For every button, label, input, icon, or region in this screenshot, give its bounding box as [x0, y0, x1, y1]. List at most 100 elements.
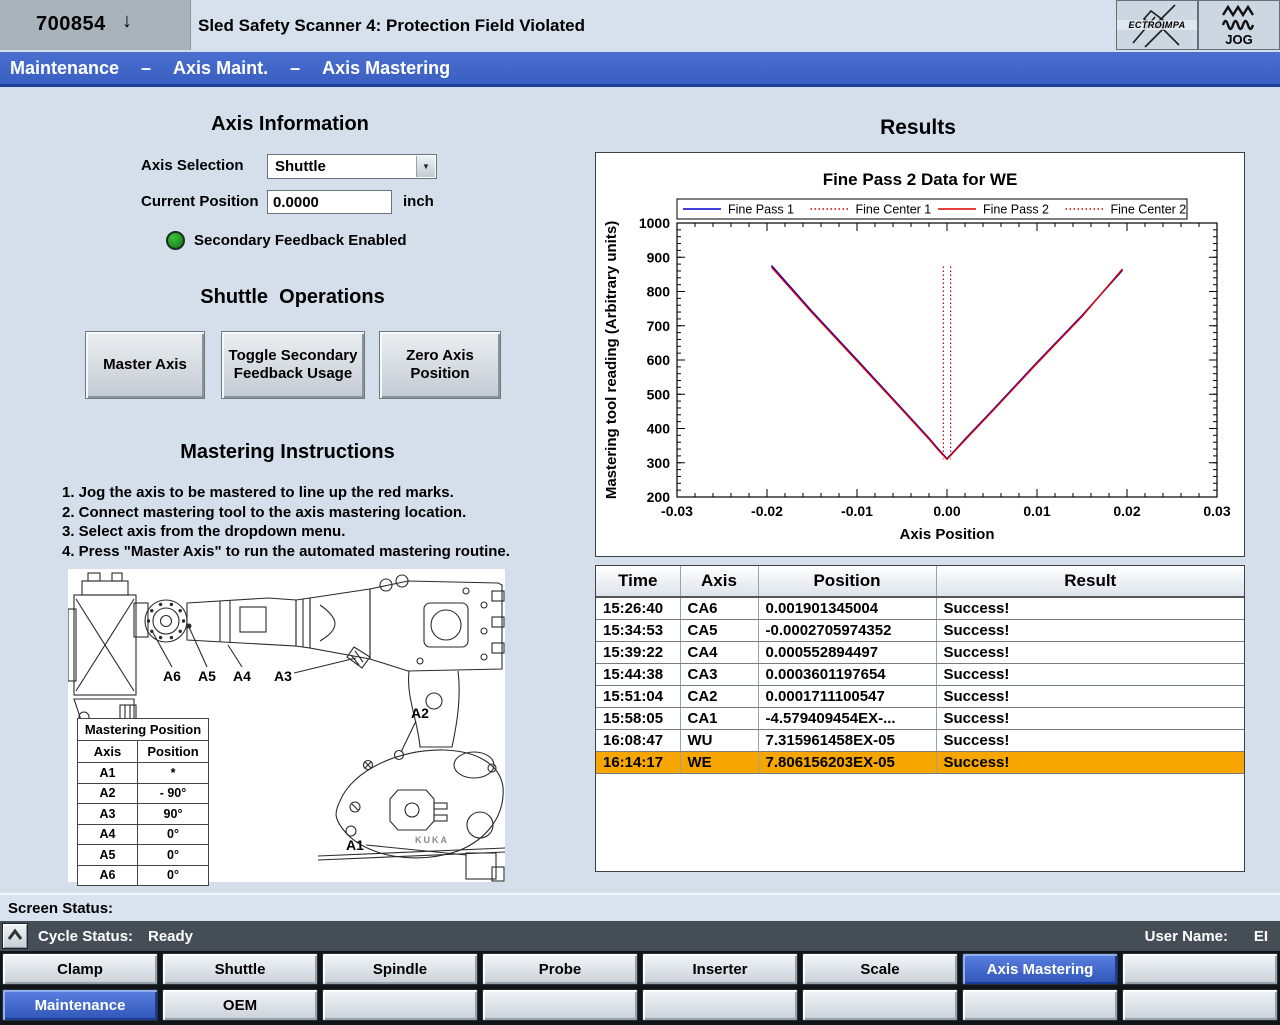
axis-label-a6: A6: [163, 668, 181, 684]
softkey-label: Scale: [802, 953, 958, 985]
breadcrumb-item[interactable]: Axis Mastering: [322, 58, 450, 79]
result-cell: CA4: [680, 642, 758, 664]
mastering-position-cell: A3: [78, 804, 138, 825]
results-chart-panel: Fine Pass 2 Data for WEFine Pass 1Fine C…: [595, 152, 1245, 557]
result-row[interactable]: 16:14:17WE7.806156203EX-05Success!: [596, 752, 1244, 774]
softkey-label: [802, 989, 958, 1021]
mastering-position-header: Axis: [78, 741, 138, 763]
svg-text:Fine Pass 1: Fine Pass 1: [728, 203, 794, 217]
user-name-value: EI: [1254, 928, 1268, 945]
result-cell: CA6: [680, 597, 758, 620]
softkey-axis-mastering[interactable]: Axis Mastering: [960, 951, 1120, 987]
instruction-step: 4. Press "Master Axis" to run the automa…: [62, 542, 542, 562]
softkey-maintenance[interactable]: Maintenance: [0, 987, 160, 1023]
softkey-label: [1122, 989, 1278, 1021]
toggle-secondary-feedback-button[interactable]: Toggle Secondary Feedback Usage: [221, 331, 365, 399]
mastering-position-cell: A1: [78, 763, 138, 784]
softkey-menu: ClampShuttleSpindleProbeInserterScaleAxi…: [0, 951, 1280, 1025]
screen-status-bar: Screen Status:: [0, 893, 1280, 921]
instruction-step: 1. Jog the axis to be mastered to line u…: [62, 483, 542, 503]
softkey-label: Shuttle: [162, 953, 318, 985]
results-chart: Fine Pass 2 Data for WEFine Pass 1Fine C…: [596, 153, 1244, 556]
result-cell: WU: [680, 730, 758, 752]
result-row[interactable]: 15:39:22CA40.000552894497Success!: [596, 642, 1244, 664]
result-row[interactable]: 15:44:38CA30.0003601197654Success!: [596, 664, 1244, 686]
breadcrumb-item[interactable]: Axis Maint.: [173, 58, 268, 79]
softkey-scale[interactable]: Scale: [800, 951, 960, 987]
result-cell: Success!: [936, 620, 1244, 642]
alarm-number-box: 700854 ↓: [0, 0, 191, 50]
breadcrumb: Maintenance–Axis Maint.–Axis Mastering: [0, 52, 1280, 87]
jog-mode-tile: JOG: [1198, 0, 1280, 50]
softkey-clamp[interactable]: Clamp: [0, 951, 160, 987]
result-cell: 16:08:47: [596, 730, 680, 752]
mastering-instructions-title: Mastering Instructions: [120, 441, 455, 464]
svg-text:200: 200: [647, 489, 671, 505]
svg-text:Mastering tool reading (Arbitr: Mastering tool reading (Arbitrary units): [603, 221, 620, 499]
softkey-spindle[interactable]: Spindle: [320, 951, 480, 987]
result-row[interactable]: 15:51:04CA20.0001711100547Success!: [596, 686, 1244, 708]
zero-axis-position-button[interactable]: Zero Axis Position: [379, 331, 501, 399]
jog-icon: [1199, 3, 1279, 33]
alarm-message: Sled Safety Scanner 4: Protection Field …: [198, 16, 585, 36]
master-axis-button[interactable]: Master Axis: [85, 331, 205, 399]
results-column-header: Position: [758, 566, 936, 597]
mastering-position-cell: *: [138, 763, 209, 784]
mastering-position-cell: 0°: [138, 865, 209, 886]
vendor-logo-tile: ECTROIMPA: [1116, 0, 1198, 50]
result-row[interactable]: 15:58:05CA1-4.579409454EX-...Success!: [596, 708, 1244, 730]
softkey-label: OEM: [162, 989, 318, 1021]
axis-selection-label: Axis Selection: [141, 157, 244, 174]
results-column-header: Time: [596, 566, 680, 597]
result-row[interactable]: 16:08:47WU7.315961458EX-05Success!: [596, 730, 1244, 752]
result-cell: Success!: [936, 708, 1244, 730]
result-cell: Success!: [936, 642, 1244, 664]
result-cell: 15:34:53: [596, 620, 680, 642]
result-cell: 0.001901345004: [758, 597, 936, 620]
chevron-up-icon: [3, 924, 27, 948]
operations-title: Shuttle Operations: [120, 286, 465, 309]
result-row[interactable]: 15:34:53CA5-0.0002705974352Success!: [596, 620, 1244, 642]
mastering-position-cell: - 90°: [138, 783, 209, 804]
softkey-blank: [1120, 951, 1280, 987]
softkey-label: Inserter: [642, 953, 798, 985]
svg-text:500: 500: [647, 386, 671, 402]
softkey-row-2: MaintenanceOEM: [0, 987, 1280, 1023]
softkey-shuttle[interactable]: Shuttle: [160, 951, 320, 987]
robot-brand-text: KUKA: [415, 835, 449, 845]
secondary-feedback-led: [166, 231, 185, 250]
axis-selection-value: Shuttle: [275, 158, 326, 175]
screen-status-label: Screen Status:: [8, 900, 113, 917]
mastering-position-title: Mastering Position: [78, 719, 209, 741]
axis-label-a5: A5: [198, 668, 216, 684]
dropdown-arrow-icon[interactable]: ▼: [416, 156, 435, 177]
softkey-probe[interactable]: Probe: [480, 951, 640, 987]
current-position-field[interactable]: 0.0000: [267, 190, 392, 214]
svg-text:1000: 1000: [639, 215, 670, 231]
softkey-inserter[interactable]: Inserter: [640, 951, 800, 987]
result-cell: 7.315961458EX-05: [758, 730, 936, 752]
alarm-scroll-arrow-icon[interactable]: ↓: [122, 10, 132, 33]
svg-text:Fine Pass 2: Fine Pass 2: [983, 203, 1049, 217]
softkey-oem[interactable]: OEM: [160, 987, 320, 1023]
jog-label: JOG: [1199, 32, 1279, 47]
axis-selection-dropdown[interactable]: Shuttle ▼: [267, 154, 437, 179]
mastering-position-cell: A5: [78, 845, 138, 866]
result-cell: -0.0002705974352: [758, 620, 936, 642]
results-column-header: Axis: [680, 566, 758, 597]
results-table: TimeAxisPositionResult15:26:40CA60.00190…: [596, 566, 1244, 774]
mastering-position-cell: A4: [78, 824, 138, 845]
svg-text:800: 800: [647, 284, 671, 300]
breadcrumb-separator: –: [141, 58, 151, 79]
result-cell: 15:58:05: [596, 708, 680, 730]
mastering-position-cell: 0°: [138, 845, 209, 866]
softkey-blank: [960, 987, 1120, 1023]
collapse-panel-button[interactable]: [2, 923, 28, 949]
result-row[interactable]: 15:26:40CA60.001901345004Success!: [596, 597, 1244, 620]
user-name-label: User Name:: [1145, 928, 1228, 945]
breadcrumb-item[interactable]: Maintenance: [10, 58, 119, 79]
svg-text:Fine Center 2: Fine Center 2: [1111, 203, 1187, 217]
softkey-blank: [1120, 987, 1280, 1023]
softkey-label: [1122, 953, 1278, 985]
results-column-header: Result: [936, 566, 1244, 597]
